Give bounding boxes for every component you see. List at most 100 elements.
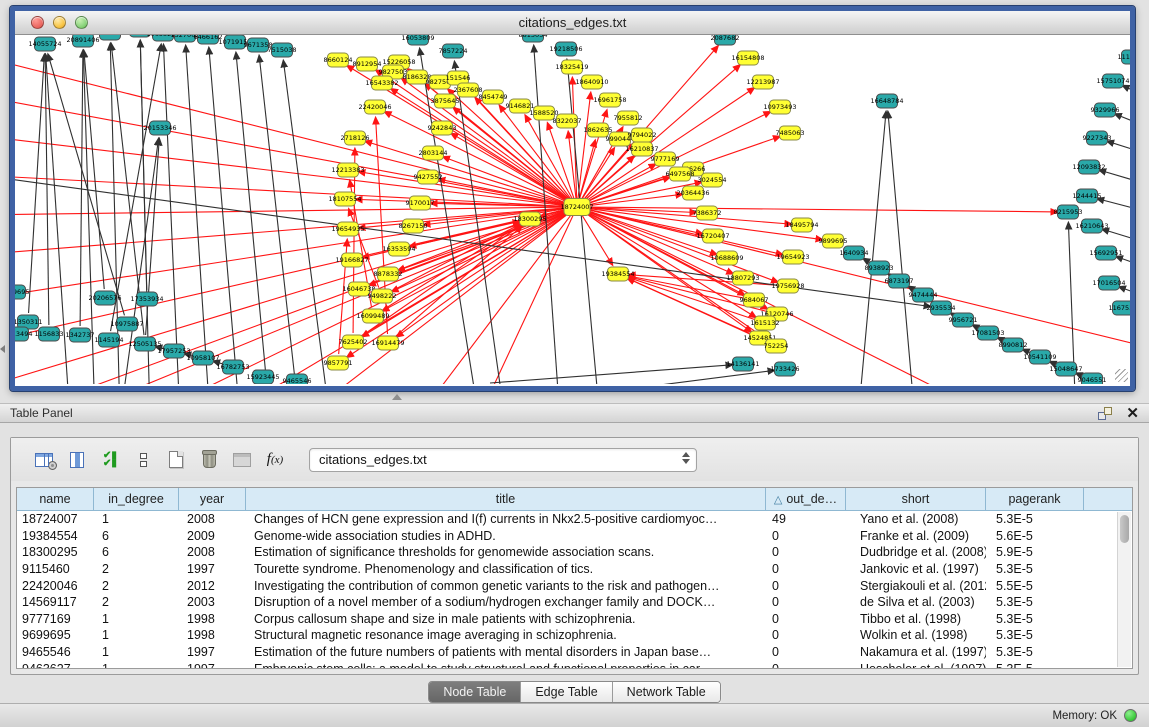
network-edge[interactable] [1098, 199, 1130, 215]
network-edge[interactable] [48, 55, 124, 316]
cell-year[interactable]: 2012 [179, 579, 246, 593]
column-header-pagerank[interactable]: pagerank [986, 488, 1084, 510]
cell-out_de[interactable]: 0 [766, 662, 846, 669]
cell-short[interactable]: Wolkin et al. (1998) [846, 628, 986, 642]
network-node[interactable]: 1342737 [66, 328, 95, 342]
network-node[interactable]: 9899695 [819, 234, 848, 248]
network-edge[interactable] [1100, 170, 1130, 188]
cell-title[interactable]: Estimation of the future numbers of pati… [246, 645, 766, 659]
network-node[interactable]: 8912954 [353, 57, 382, 71]
show-columns-icon[interactable] [64, 447, 90, 473]
network-node[interactable]: 10688609 [710, 251, 743, 265]
cell-out_de[interactable]: 0 [766, 579, 846, 593]
cell-title[interactable]: Corpus callosum shape and size in male p… [246, 612, 766, 626]
network-node[interactable]: 1156833 [35, 327, 64, 341]
cell-pagerank[interactable]: 5.3E-5 [986, 612, 1084, 626]
network-node[interactable]: 1167534 [1109, 301, 1130, 315]
column-header-title[interactable]: title [246, 488, 766, 510]
cell-name[interactable]: 9699695 [17, 628, 94, 642]
network-node[interactable]: 9684067 [740, 293, 769, 307]
cell-out_de[interactable]: 49 [766, 512, 846, 526]
cell-in_degree[interactable]: 1 [94, 645, 179, 659]
cell-year[interactable]: 1998 [179, 628, 246, 642]
cell-name[interactable]: 9115460 [17, 562, 94, 576]
cell-year[interactable]: 1997 [179, 645, 246, 659]
network-node[interactable]: 7625402 [339, 335, 368, 349]
table-selector-dropdown[interactable]: citations_edges.txt [309, 448, 697, 472]
function-builder-icon[interactable]: f(x) [262, 447, 288, 473]
network-node[interactable]: 18325419 [555, 60, 588, 74]
table-row[interactable]: 2242004622012Investigating the contribut… [17, 577, 1132, 594]
network-node[interactable]: 1615132 [751, 316, 780, 330]
network-node[interactable]: 18107554 [328, 192, 361, 206]
network-node[interactable]: 1145194 [95, 333, 124, 347]
cell-year[interactable]: 2008 [179, 512, 246, 526]
cell-title[interactable]: Estimation of significance thresholds fo… [246, 545, 766, 559]
table-row[interactable]: 1872400712008Changes of HCN gene express… [17, 511, 1132, 528]
cell-in_degree[interactable]: 1 [94, 662, 179, 669]
network-node[interactable]: 12213987 [746, 75, 779, 89]
network-canvas[interactable]: 1872400718300295193845548660124891295415… [15, 35, 1130, 384]
network-node[interactable]: 15923445 [246, 370, 279, 384]
network-node[interactable]: 8878332 [374, 267, 403, 281]
network-node[interactable]: 9474444 [909, 288, 938, 302]
network-node[interactable]: 8813054 [519, 35, 548, 42]
cell-pagerank[interactable]: 5.5E-5 [986, 579, 1084, 593]
cell-out_de[interactable]: 0 [766, 545, 846, 559]
network-node[interactable]: 3024554 [698, 173, 727, 187]
network-node[interactable]: 15692951 [1089, 246, 1122, 260]
network-node[interactable]: 19756928 [771, 279, 804, 293]
network-edge[interactable] [1115, 114, 1130, 132]
network-node[interactable]: 8267150 [399, 219, 428, 233]
cell-pagerank[interactable]: 5.3E-5 [986, 628, 1084, 642]
network-edge[interactable] [586, 209, 1130, 350]
cell-title[interactable]: Embryonic stem cells: a model to study s… [246, 662, 766, 669]
network-node[interactable]: 16099489 [356, 309, 389, 323]
table-row[interactable]: 977716911998Corpus callosum shape and si… [17, 611, 1132, 628]
vertical-scrollbar[interactable] [1117, 512, 1131, 667]
cell-pagerank[interactable]: 5.3E-5 [986, 662, 1084, 669]
cell-short[interactable]: de Silva et al. (2003) [846, 595, 986, 609]
cell-title[interactable]: Disruption of a novel member of a sodium… [246, 595, 766, 609]
cell-title[interactable]: Structural magnetic resonance image aver… [246, 628, 766, 642]
network-node[interactable]: 8322037 [553, 114, 582, 128]
network-node[interactable]: 19654923 [776, 250, 809, 264]
close-panel-icon[interactable]: ✕ [1126, 407, 1139, 420]
network-node[interactable]: 19654935 [331, 222, 364, 236]
network-node[interactable]: 9046551 [1078, 373, 1107, 384]
network-node[interactable]: 2803144 [419, 146, 448, 160]
network-node[interactable]: 9498222 [368, 289, 397, 303]
cell-short[interactable]: Hescheler et al. (1997) [846, 662, 986, 669]
minimize-window-button[interactable] [53, 16, 66, 29]
cell-year[interactable]: 1998 [179, 612, 246, 626]
network-edge[interactable] [15, 135, 568, 206]
cell-short[interactable]: Tibbo et al. (1998) [846, 612, 986, 626]
network-node[interactable]: 9242843 [428, 121, 457, 135]
network-node[interactable]: 9465546 [283, 374, 312, 384]
network-edge[interactable] [1116, 257, 1130, 272]
cell-in_degree[interactable]: 6 [94, 529, 179, 543]
cell-title[interactable]: Genome-wide association studies in ADHD. [246, 529, 766, 543]
network-node[interactable]: 22420046 [358, 100, 391, 114]
select-rows-icon[interactable]: ✔▮✔▮ [97, 447, 123, 473]
network-node[interactable]: 12093832 [1072, 160, 1105, 174]
network-node[interactable]: 1117306 [1118, 50, 1130, 64]
cell-pagerank[interactable]: 5.6E-5 [986, 529, 1084, 543]
cell-pagerank[interactable]: 5.3E-5 [986, 512, 1084, 526]
network-node[interactable]: 16914479 [371, 336, 404, 350]
cell-short[interactable]: Jankovic et al. (1997) [846, 562, 986, 576]
network-node[interactable]: 16648784 [870, 94, 903, 108]
cell-short[interactable]: Stergiakouli et al. (2012) [846, 579, 986, 593]
cell-name[interactable]: 18724007 [17, 512, 94, 526]
network-node[interactable]: 19166827 [335, 253, 368, 267]
network-edge[interactable] [888, 112, 915, 384]
network-node[interactable]: 10958107 [186, 351, 219, 365]
cell-out_de[interactable]: 0 [766, 595, 846, 609]
cell-pagerank[interactable]: 5.3E-5 [986, 595, 1084, 609]
cell-name[interactable]: 9463627 [17, 662, 94, 669]
cell-year[interactable]: 2003 [179, 595, 246, 609]
network-node[interactable]: 9794022 [628, 128, 657, 142]
float-panel-icon[interactable] [1098, 407, 1112, 420]
network-node[interactable]: 6873197 [885, 274, 914, 288]
scrollbar-thumb[interactable] [1120, 515, 1129, 543]
